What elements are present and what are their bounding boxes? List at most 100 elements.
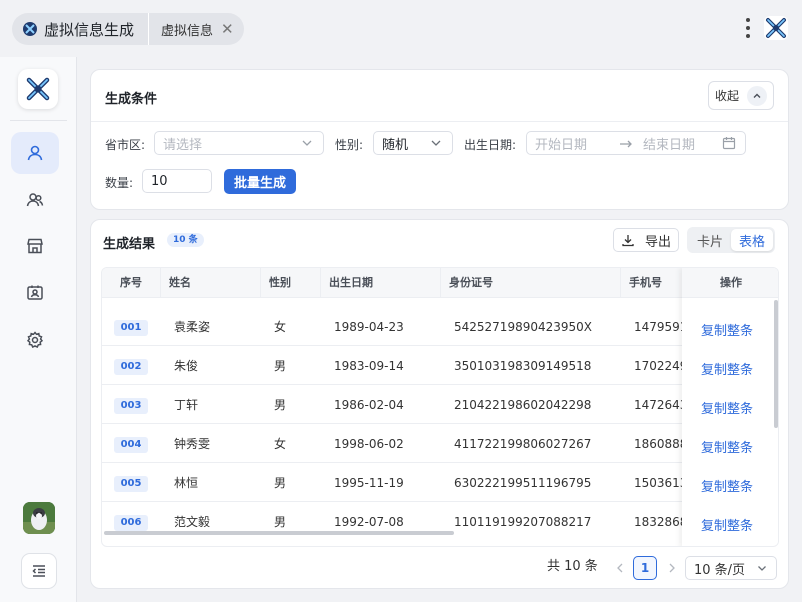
menu-collapse-icon <box>32 565 45 577</box>
results-title: 生成结果 <box>103 237 156 252</box>
birth-label: 出生日期: <box>464 138 517 152</box>
chevron-right-icon[interactable] <box>665 561 679 575</box>
tab-label: 虚拟信息 <box>161 23 214 39</box>
row-id-number: 54252719890423950X <box>454 320 593 334</box>
vertical-scrollbar[interactable] <box>774 300 778 428</box>
row-birth: 1998-06-02 <box>334 437 404 451</box>
row-index: 004 <box>114 437 148 453</box>
table-row: 003 丁轩 男 1986-02-04 210422198602042298 1… <box>102 386 778 424</box>
col-gender: 性别 <box>261 268 321 298</box>
birth-date-range[interactable]: 开始日期 结束日期 <box>526 131 746 155</box>
download-icon <box>622 235 634 247</box>
quantity-label: 数量: <box>105 176 134 190</box>
more-vertical-icon[interactable] <box>746 18 750 38</box>
close-icon[interactable]: ✕ <box>221 20 234 38</box>
row-name: 林恒 <box>174 476 199 490</box>
menu-collapse-button[interactable] <box>21 553 57 589</box>
copy-row-button[interactable]: 复制整条 <box>682 359 772 378</box>
sidebar-item-users[interactable] <box>11 179 59 221</box>
collapse-button[interactable]: 收起 <box>708 81 774 110</box>
quantity-value: 10 <box>151 173 168 189</box>
sidebar-item-badge[interactable] <box>11 272 59 314</box>
gender-select[interactable]: 随机 <box>373 131 453 155</box>
results-card: 生成结果 10 条 导出 卡片 表格 序号 姓名 性别 出生日期 身份证号 手机… <box>90 219 789 589</box>
row-name: 丁轩 <box>174 398 199 412</box>
col-id-number: 身份证号 <box>441 268 621 298</box>
row-name: 钟秀雯 <box>174 437 211 451</box>
region-placeholder: 请选择 <box>163 137 203 153</box>
top-right-actions <box>746 14 790 42</box>
horizontal-scrollbar[interactable] <box>104 531 454 535</box>
col-name: 姓名 <box>161 268 261 298</box>
tab-label: 虚拟信息生成 <box>44 20 135 39</box>
copy-row-button[interactable]: 复制整条 <box>682 515 772 534</box>
row-birth: 1992-07-08 <box>334 515 404 529</box>
col-birth: 出生日期 <box>321 268 441 298</box>
table-header: 序号 姓名 性别 出生日期 身份证号 手机号 <box>102 268 778 298</box>
copy-row-button[interactable]: 复制整条 <box>682 437 772 456</box>
sidebar-logo[interactable] <box>18 69 58 109</box>
chevron-down-icon <box>302 140 312 146</box>
export-label: 导出 <box>644 234 671 250</box>
copy-row-button[interactable]: 复制整条 <box>682 398 772 417</box>
table-row: 006 范文毅 男 1992-07-08 110119199207088217 … <box>102 503 778 541</box>
row-phone: 1702249 <box>634 359 688 373</box>
total-count: 共 10 条 <box>547 559 598 574</box>
app-logo-icon[interactable] <box>762 14 790 42</box>
end-date-placeholder: 结束日期 <box>643 137 696 153</box>
table-row: 002 朱俊 男 1983-09-14 350103198309149518 1… <box>102 347 778 385</box>
page-number-current[interactable]: 1 <box>633 556 657 580</box>
row-phone: 1503613 <box>634 476 688 490</box>
row-birth: 1995-11-19 <box>334 476 404 490</box>
copy-row-button[interactable]: 复制整条 <box>682 320 772 339</box>
gender-value: 随机 <box>382 137 409 153</box>
avatar[interactable] <box>23 502 55 534</box>
col-index: 序号 <box>102 268 161 298</box>
sidebar-item-settings[interactable] <box>11 319 59 361</box>
sidebar <box>0 57 77 602</box>
table-row: 001 袁柔姿 女 1989-04-23 54252719890423950X … <box>102 308 778 346</box>
page-size-select[interactable]: 10 条/页 <box>685 556 777 580</box>
col-operation: 操作 <box>682 268 778 298</box>
row-phone: 1479591 <box>634 320 688 334</box>
quantity-input[interactable]: 10 <box>142 169 212 193</box>
row-name: 袁柔姿 <box>174 320 211 334</box>
app-logo-icon <box>23 22 37 36</box>
row-id-number: 630222199511196795 <box>454 476 592 490</box>
start-date-placeholder: 开始日期 <box>535 137 588 153</box>
batch-generate-button[interactable]: 批量生成 <box>224 169 296 194</box>
region-select[interactable]: 请选择 <box>154 131 324 155</box>
row-gender: 男 <box>274 359 287 373</box>
results-table: 序号 姓名 性别 出生日期 身份证号 手机号 001 袁柔姿 女 1989-04… <box>101 267 779 547</box>
page-size-value: 10 条/页 <box>694 562 746 578</box>
view-table-option[interactable]: 表格 <box>731 229 773 251</box>
row-index: 001 <box>114 320 148 336</box>
store-icon <box>27 238 43 254</box>
gender-label: 性别: <box>335 138 364 152</box>
sidebar-item-user[interactable] <box>11 132 59 174</box>
sidebar-item-store[interactable] <box>11 225 59 267</box>
chevron-down-icon <box>431 140 441 146</box>
chevron-up-icon <box>747 85 767 106</box>
row-name: 朱俊 <box>174 359 199 373</box>
row-gender: 女 <box>274 320 287 334</box>
divider <box>91 121 788 122</box>
export-button[interactable]: 导出 <box>613 228 679 252</box>
collapse-label: 收起 <box>714 89 739 103</box>
row-birth: 1989-04-23 <box>334 320 404 334</box>
row-id-number: 350103198309149518 <box>454 359 592 373</box>
row-birth: 1986-02-04 <box>334 398 404 412</box>
tab-group: 虚拟信息生成 虚拟信息 ✕ <box>12 13 244 45</box>
chevron-left-icon[interactable] <box>613 561 627 575</box>
row-phone: 1472643 <box>634 398 688 412</box>
row-gender: 男 <box>274 515 287 529</box>
table-row: 005 林恒 男 1995-11-19 630222199511196795 1… <box>102 464 778 502</box>
row-gender: 男 <box>274 398 287 412</box>
top-bar: 虚拟信息生成 虚拟信息 ✕ <box>0 0 802 57</box>
copy-row-button[interactable]: 复制整条 <box>682 476 772 495</box>
arrow-right-icon <box>620 140 632 148</box>
tab-virtual-info-generator[interactable]: 虚拟信息生成 <box>12 13 150 45</box>
tab-virtual-info[interactable]: 虚拟信息 ✕ <box>149 13 244 45</box>
badge-icon <box>27 285 43 300</box>
view-card-option[interactable]: 卡片 <box>689 229 731 251</box>
